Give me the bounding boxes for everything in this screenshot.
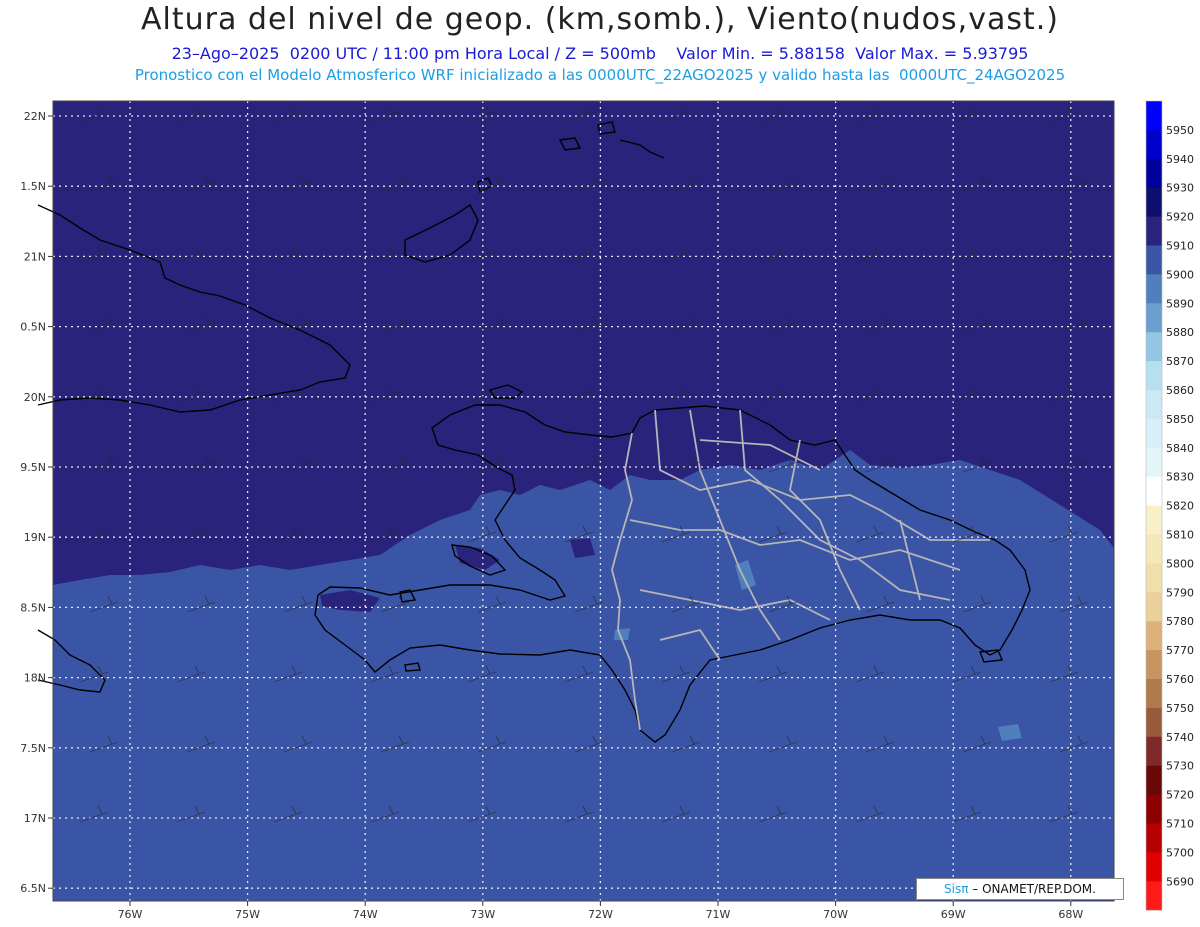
colorbar-level-label: 5750 (1166, 702, 1194, 715)
colorbar-swatch (1146, 794, 1162, 824)
credit-box: Sisπ – ONAMET/REP.DOM. (916, 878, 1124, 900)
colorbar-level-label: 5840 (1166, 442, 1194, 455)
colorbar-swatch (1146, 418, 1162, 449)
lat-tick-label: 0.5N (20, 321, 46, 334)
lat-tick-label: 20N (24, 391, 46, 404)
lon-tick-label: 69W (941, 908, 966, 921)
colorbar-swatch (1146, 390, 1162, 420)
colorbar-swatch (1146, 823, 1162, 853)
colorbar-swatch (1146, 187, 1162, 217)
colorbar-level-label: 5920 (1166, 211, 1194, 224)
colorbar-swatch (1146, 621, 1162, 651)
colorbar-swatch (1146, 447, 1162, 478)
colorbar-swatch (1146, 765, 1162, 795)
colorbar-level-label: 5690 (1166, 875, 1194, 888)
colorbar-swatch (1146, 361, 1162, 391)
colorbar-level-label: 5740 (1166, 731, 1194, 744)
colorbar-level-label: 5770 (1166, 644, 1194, 657)
colorbar-level-label: 5930 (1166, 182, 1194, 195)
colorbar-swatch (1146, 679, 1162, 709)
lat-tick-label: 22N (24, 110, 46, 123)
colorbar-level-label: 5760 (1166, 673, 1194, 686)
colorbar-level-label: 5830 (1166, 471, 1194, 484)
colorbar-labels: 5950 5940 5930 5920 5910 5900 5890 5880 5870 5860… (1166, 124, 1194, 888)
colorbar-swatch (1146, 303, 1162, 333)
colorbar-swatch (1146, 245, 1162, 275)
colorbar-level-label: 5730 (1166, 760, 1194, 773)
colorbar-swatch (1146, 274, 1162, 304)
low-pocket-2 (998, 724, 1022, 741)
lat-tick-label: 8.5N (20, 601, 46, 614)
lon-tick-label: 72W (588, 908, 613, 921)
lat-tick-label: 19N (24, 531, 46, 544)
colorbar-level-label: 5880 (1166, 326, 1194, 339)
lat-tick-label: 1.5N (20, 180, 46, 193)
colorbar-swatch (1146, 563, 1162, 593)
lon-tick-label: 76W (118, 908, 143, 921)
colorbar-level-label: 5820 (1166, 500, 1194, 513)
lon-tick-label: 73W (470, 908, 495, 921)
colorbar-swatch (1146, 881, 1162, 911)
colorbar-swatch (1146, 101, 1162, 131)
colorbar-level-label: 5780 (1166, 615, 1194, 628)
lat-tick-label: 21N (24, 250, 46, 263)
colorbar-swatch (1146, 852, 1162, 882)
colorbar-swatch (1146, 476, 1162, 506)
colorbar-level-label: 5800 (1166, 557, 1194, 570)
forecast-map: 22N 1.5N 21N 0.5N 20N 9.5N 19N 8.5N 18N 7.5N 17N 6.… (20, 100, 1194, 921)
lat-tick-label: 6.5N (20, 882, 46, 895)
colorbar-level-label: 5700 (1166, 846, 1194, 859)
colorbar-swatch (1146, 707, 1162, 738)
colorbar-level-label: 5720 (1166, 789, 1194, 802)
colorbar-level-label: 5910 (1166, 240, 1194, 253)
lon-tick-label: 70W (823, 908, 848, 921)
colorbar-swatch (1146, 736, 1162, 767)
colorbar-level-label: 5860 (1166, 384, 1194, 397)
lat-tick-label: 9.5N (20, 461, 46, 474)
colorbar-level-label: 5710 (1166, 818, 1194, 831)
lon-tick-label: 74W (353, 908, 378, 921)
colorbar-swatch (1146, 650, 1162, 680)
colorbar (1145, 100, 1163, 911)
lon-tick-label: 71W (706, 908, 731, 921)
colorbar-level-label: 5900 (1166, 268, 1194, 281)
colorbar-swatch (1146, 505, 1162, 535)
colorbar-swatch (1146, 158, 1162, 189)
lat-tick-label: 18N (24, 672, 46, 685)
lon-tick-label: 68W (1058, 908, 1083, 921)
colorbar-level-label: 5850 (1166, 413, 1194, 426)
colorbar-level-label: 5890 (1166, 297, 1194, 310)
lon-tick-label: 75W (235, 908, 260, 921)
colorbar-swatch (1146, 216, 1162, 246)
colorbar-swatch (1146, 534, 1162, 564)
longitude-axis: 76W 75W 74W 73W 72W 71W 70W 69W 68W (118, 901, 1083, 921)
lat-tick-label: 7.5N (20, 742, 46, 755)
colorbar-level-label: 5870 (1166, 355, 1194, 368)
colorbar-swatch (1146, 332, 1162, 362)
colorbar-level-label: 5810 (1166, 529, 1194, 542)
lat-tick-label: 17N (24, 812, 46, 825)
latitude-axis: 22N 1.5N 21N 0.5N 20N 9.5N 19N 8.5N 18N 7.5N 17N 6.… (20, 110, 53, 895)
colorbar-swatch (1146, 592, 1162, 622)
colorbar-level-label: 5940 (1166, 153, 1194, 166)
colorbar-level-label: 5950 (1166, 124, 1194, 137)
sis-logo: Sisπ (944, 882, 969, 896)
colorbar-swatch (1146, 129, 1162, 160)
credit-org: – ONAMET/REP.DOM. (972, 882, 1096, 896)
colorbar-level-label: 5790 (1166, 586, 1194, 599)
